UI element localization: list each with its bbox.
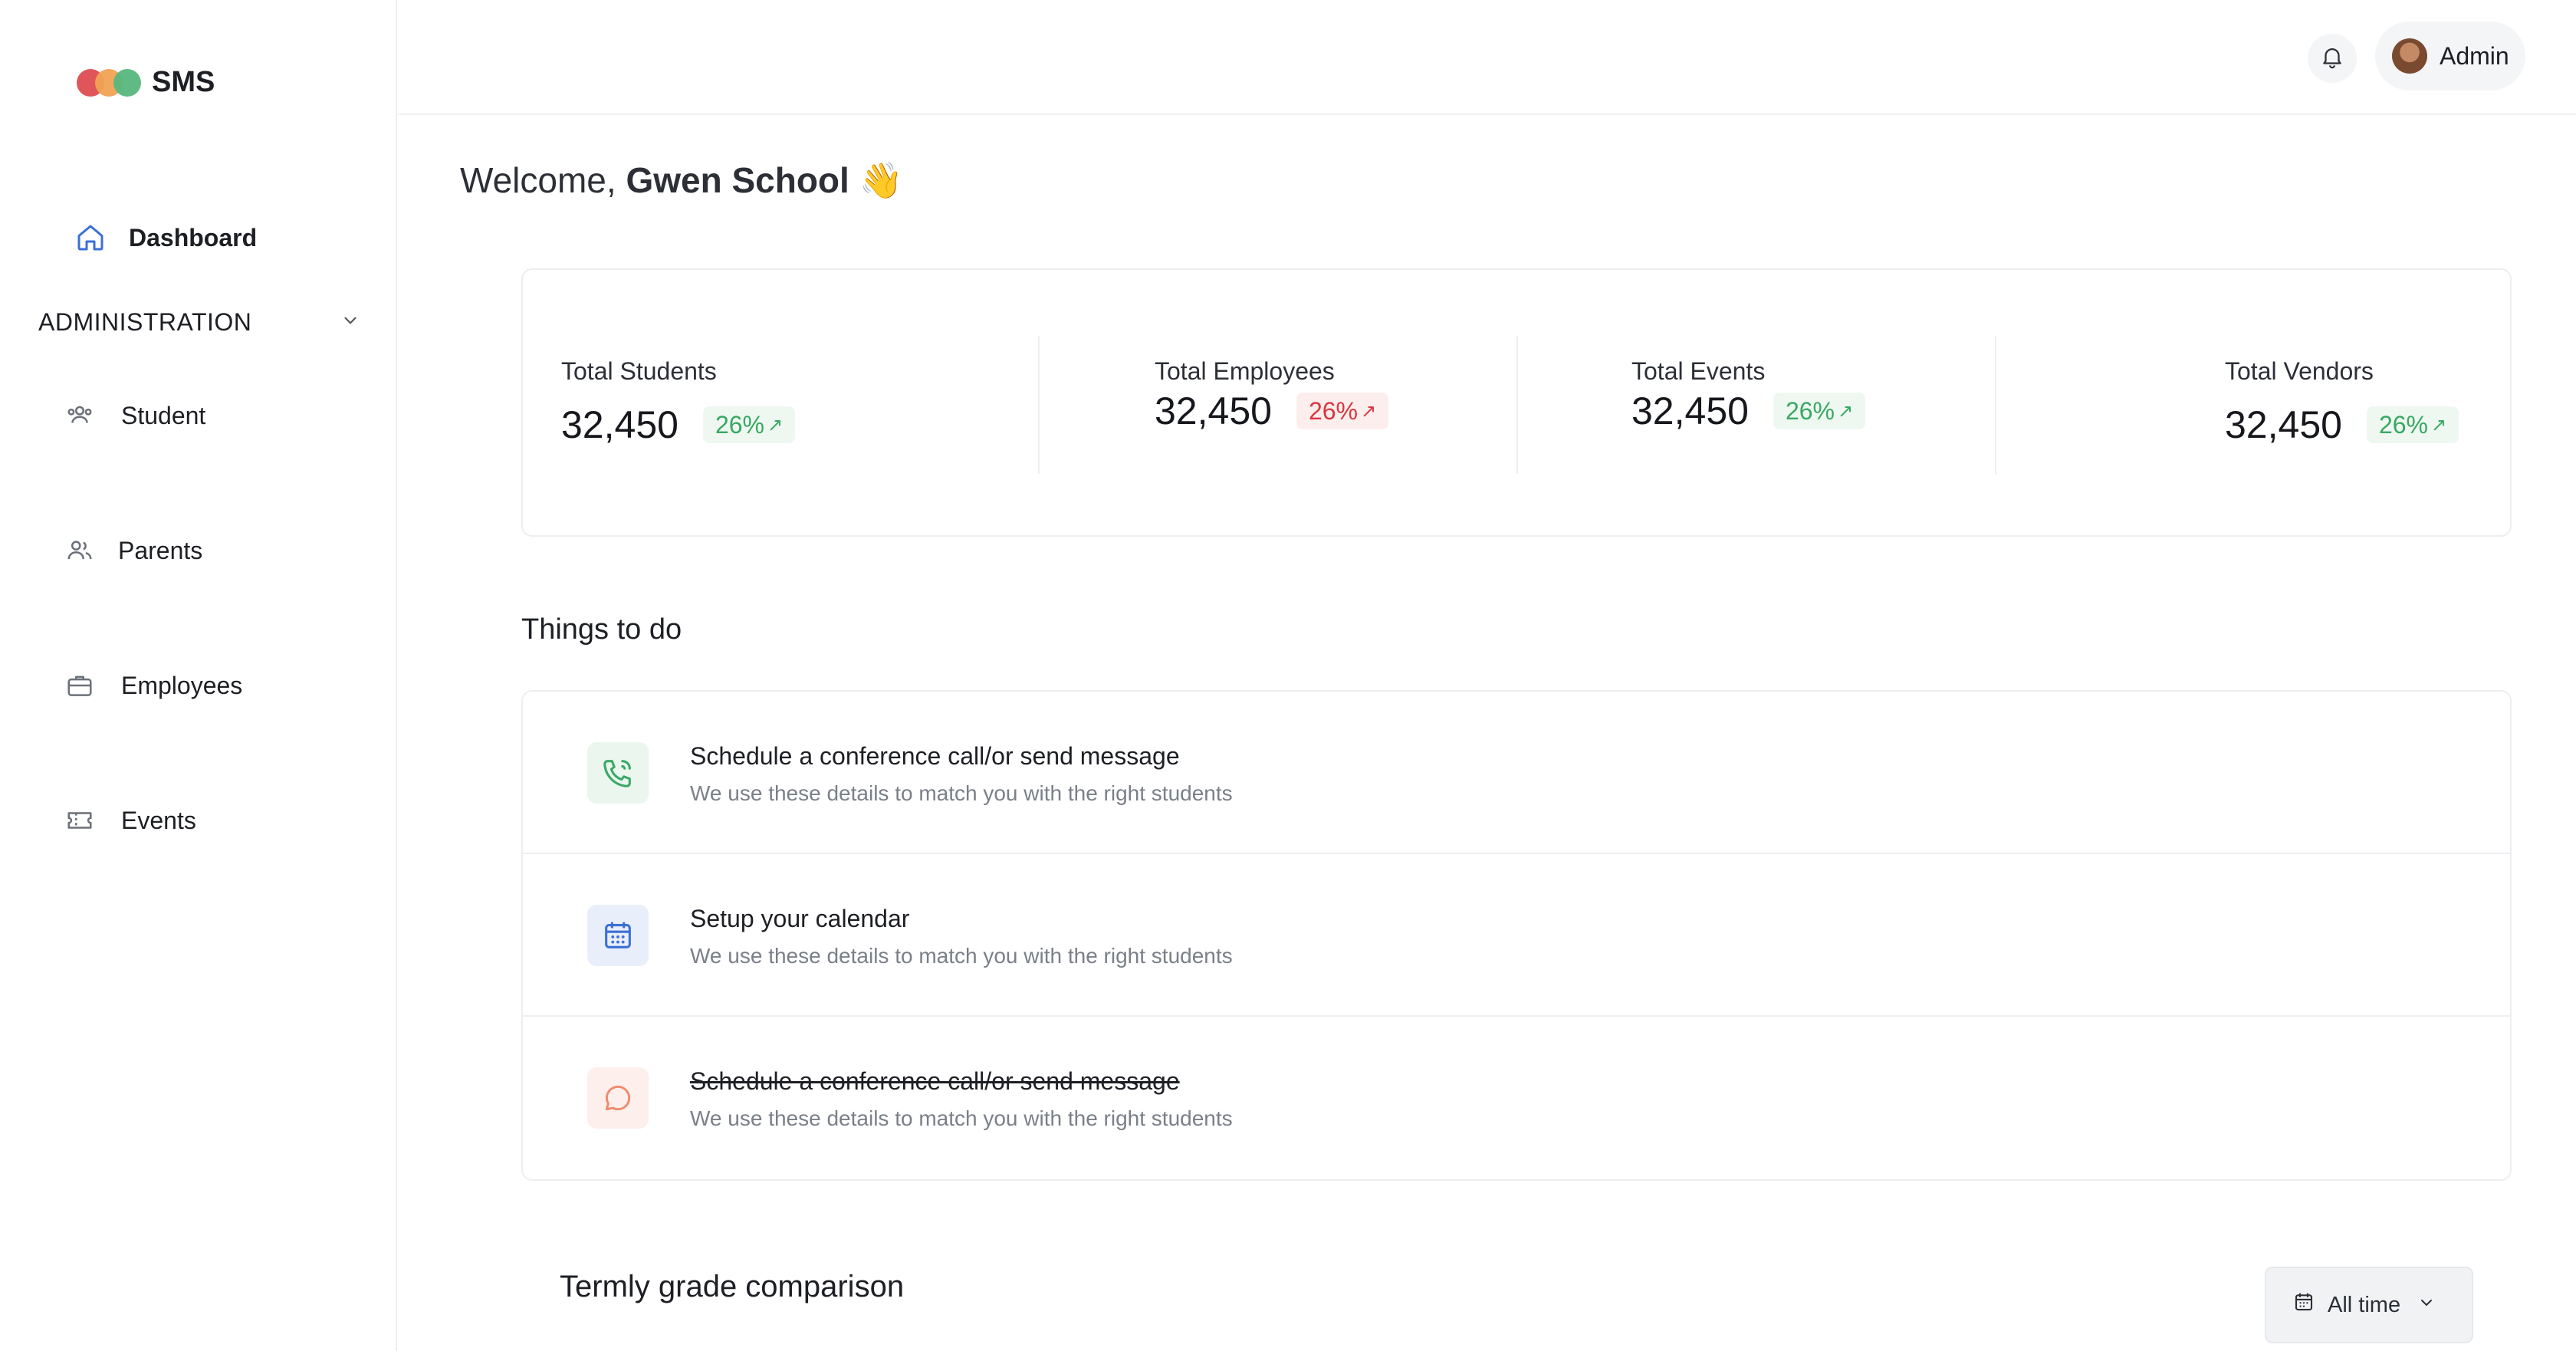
todo-item-title: Setup your calendar	[690, 905, 910, 932]
school-name: Gwen School	[626, 160, 849, 200]
change-value: 26%	[2378, 410, 2428, 439]
arrow-up-right-icon: ↗	[1360, 400, 1377, 422]
grade-comparison-title: Termly grade comparison	[560, 1270, 905, 1303]
app-logo[interactable]: SMS	[77, 66, 215, 99]
stats-card: Total Students 32,450 26% ↗ Total Employ…	[521, 268, 2512, 537]
todo-list: Schedule a conference call/or send messa…	[521, 690, 2512, 1181]
page-title: Welcome, Gwen School 👋	[460, 159, 903, 202]
user-menu-button[interactable]: Admin	[2375, 21, 2525, 90]
arrow-up-right-icon: ↗	[767, 414, 784, 436]
stat-change-badge: 26% ↗	[1773, 393, 1866, 429]
todo-item-title: Schedule a conference call/or send messa…	[690, 1067, 1180, 1095]
sidebar: SMS Dashboard ADMINISTRATION Student Par…	[0, 0, 397, 1351]
stat-value: 32,450	[1631, 390, 1749, 432]
sidebar-item-label: Employees	[121, 671, 243, 699]
stat-value: 32,450	[561, 403, 678, 446]
sidebar-item-parents[interactable]: Parents	[63, 534, 202, 567]
sidebar-item-label: Dashboard	[129, 223, 258, 251]
notifications-button[interactable]	[2308, 34, 2357, 83]
stat-value: 32,450	[2225, 403, 2342, 446]
home-icon	[74, 221, 107, 255]
stat-total-employees: Total Employees 32,450 26% ↗	[1155, 357, 1389, 433]
parents-icon	[63, 534, 97, 567]
logo-icon	[77, 68, 141, 97]
todo-item[interactable]: Schedule a conference call/or send messa…	[523, 1017, 2510, 1179]
todo-item[interactable]: Setup your calendar We use these details…	[523, 854, 2510, 1017]
sidebar-item-student[interactable]: Student	[63, 399, 205, 432]
arrow-up-right-icon: ↗	[2430, 414, 2447, 436]
calendar-icon	[2292, 1290, 2315, 1320]
stat-change-badge: 26% ↗	[702, 406, 796, 443]
divider	[1995, 336, 1996, 474]
briefcase-icon	[63, 669, 97, 702]
stat-total-vendors: Total Vendors 32,450 26% ↗	[2225, 357, 2459, 447]
stat-change-badge: 26% ↗	[2366, 406, 2459, 443]
users-icon	[63, 399, 97, 432]
avatar	[2392, 38, 2427, 74]
calendar-icon	[587, 905, 649, 966]
divider	[1038, 336, 1040, 474]
sidebar-item-label: Events	[121, 806, 196, 834]
change-value: 26%	[715, 410, 764, 439]
arrow-up-right-icon: ↗	[1837, 400, 1854, 422]
user-name: Admin	[2440, 41, 2509, 70]
stat-label: Total Students	[561, 357, 717, 385]
sidebar-item-dashboard[interactable]: Dashboard	[74, 221, 257, 255]
stat-total-students: Total Students 32,450 26% ↗	[561, 357, 796, 447]
stat-value: 32,450	[1155, 390, 1272, 432]
todo-item[interactable]: Schedule a conference call/or send messa…	[523, 692, 2510, 854]
sidebar-item-label: Parents	[118, 536, 203, 564]
top-bar	[399, 0, 2576, 115]
divider	[1516, 336, 1518, 474]
app-name: SMS	[152, 66, 215, 98]
ticket-icon	[63, 804, 97, 837]
todo-item-description: We use these details to match you with t…	[690, 1106, 1233, 1130]
chat-icon	[587, 1067, 649, 1129]
change-value: 26%	[1785, 396, 1835, 425]
change-value: 26%	[1308, 396, 1358, 425]
stat-total-events: Total Events 32,450 26% ↗	[1631, 357, 1866, 433]
time-range-dropdown[interactable]: All time	[2265, 1267, 2473, 1343]
sidebar-item-events[interactable]: Events	[63, 804, 196, 837]
wave-emoji: 👋	[859, 160, 903, 200]
stat-change-badge: 26% ↗	[1296, 393, 1389, 429]
bell-icon	[2319, 44, 2345, 74]
section-label: ADMINISTRATION	[38, 308, 252, 336]
stat-label: Total Employees	[1155, 357, 1335, 385]
todo-item-title: Schedule a conference call/or send messa…	[690, 742, 1180, 770]
sidebar-item-employees[interactable]: Employees	[63, 669, 242, 702]
stat-label: Total Vendors	[2225, 357, 2374, 385]
todo-item-description: We use these details to match you with t…	[690, 944, 1233, 968]
chevron-down-icon	[340, 308, 360, 337]
welcome-prefix: Welcome,	[460, 160, 616, 200]
sidebar-item-label: Student	[121, 401, 206, 429]
todo-item-description: We use these details to match you with t…	[690, 781, 1233, 805]
todo-section-title: Things to do	[521, 613, 682, 646]
time-range-label: All time	[2328, 1292, 2401, 1317]
phone-icon	[587, 742, 649, 804]
chevron-down-icon	[2417, 1293, 2436, 1318]
sidebar-section-administration[interactable]: ADMINISTRATION	[38, 308, 360, 337]
stat-label: Total Events	[1631, 357, 1766, 385]
